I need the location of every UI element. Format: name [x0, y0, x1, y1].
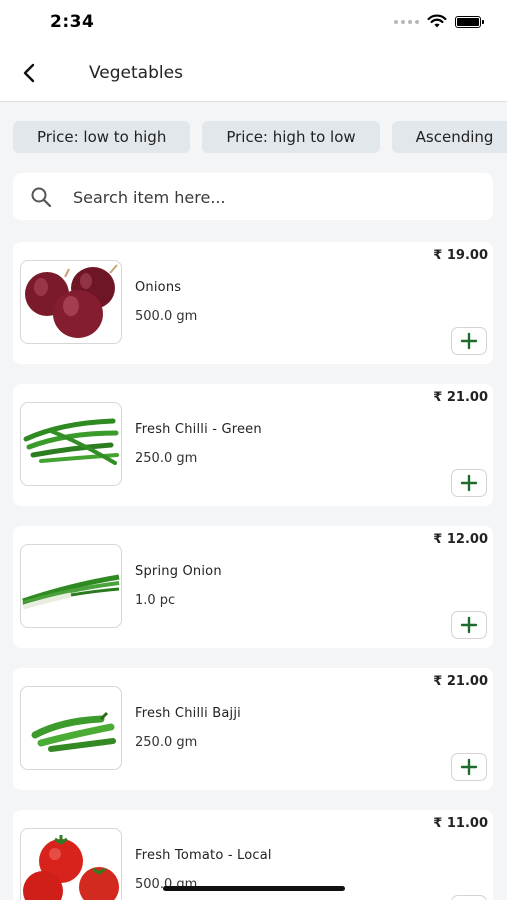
- add-to-cart-button[interactable]: [451, 327, 487, 355]
- battery-icon: [455, 15, 484, 28]
- status-time: 2:34: [50, 12, 95, 32]
- search-icon: [31, 187, 52, 208]
- status-icons: [394, 14, 484, 29]
- chip-price-high-to-low[interactable]: Price: high to low: [202, 121, 380, 153]
- status-bar: 2:34: [0, 0, 507, 46]
- product-card[interactable]: Fresh Chilli Bajji 250.0 gm ₹ 21.00: [13, 668, 493, 790]
- chevron-left-icon: [23, 63, 35, 83]
- product-price: ₹ 21.00: [433, 674, 488, 689]
- plus-icon: [460, 758, 478, 776]
- product-image-bajji-chilli: [20, 686, 122, 770]
- product-quantity: 1.0 pc: [135, 593, 176, 608]
- product-quantity: 500.0 gm: [135, 309, 198, 324]
- product-price: ₹ 21.00: [433, 390, 488, 405]
- wifi-icon: [427, 14, 447, 29]
- product-image-green-chilli: [20, 402, 122, 486]
- product-quantity: 250.0 gm: [135, 451, 198, 466]
- product-price: ₹ 11.00: [433, 816, 488, 831]
- back-button[interactable]: [14, 58, 44, 88]
- plus-icon: [460, 332, 478, 350]
- product-image-tomato: [20, 828, 122, 900]
- page-title: Vegetables: [89, 63, 183, 83]
- home-indicator[interactable]: [163, 886, 345, 891]
- product-image-onions: [20, 260, 122, 344]
- add-to-cart-button[interactable]: [451, 753, 487, 781]
- add-to-cart-button[interactable]: [451, 611, 487, 639]
- search-bar: [13, 173, 493, 222]
- search-input[interactable]: [71, 173, 475, 222]
- sort-chips: Price: low to high Price: high to low As…: [13, 121, 507, 153]
- cellular-signal-icon: [394, 19, 419, 24]
- add-to-cart-button[interactable]: [451, 895, 487, 900]
- product-name: Spring Onion: [135, 564, 222, 579]
- app-header: Vegetables: [0, 46, 507, 102]
- product-card[interactable]: Onions 500.0 gm ₹ 19.00: [13, 242, 493, 364]
- product-image-spring-onion: [20, 544, 122, 628]
- product-price: ₹ 19.00: [433, 248, 488, 263]
- chip-ascending[interactable]: Ascending: [391, 121, 507, 153]
- plus-icon: [460, 474, 478, 492]
- product-name: Onions: [135, 280, 182, 295]
- chip-price-low-to-high[interactable]: Price: low to high: [13, 121, 191, 153]
- plus-icon: [460, 616, 478, 634]
- add-to-cart-button[interactable]: [451, 469, 487, 497]
- product-name: Fresh Chilli - Green: [135, 422, 262, 437]
- product-price: ₹ 12.00: [433, 532, 488, 547]
- product-name: Fresh Tomato - Local: [135, 848, 272, 863]
- product-card[interactable]: Spring Onion 1.0 pc ₹ 12.00: [13, 526, 493, 648]
- product-name: Fresh Chilli Bajji: [135, 706, 241, 721]
- product-card[interactable]: Fresh Chilli - Green 250.0 gm ₹ 21.00: [13, 384, 493, 506]
- screen: 2:34 Vegetables Price: low to high Price…: [0, 0, 507, 900]
- product-quantity: 250.0 gm: [135, 735, 198, 750]
